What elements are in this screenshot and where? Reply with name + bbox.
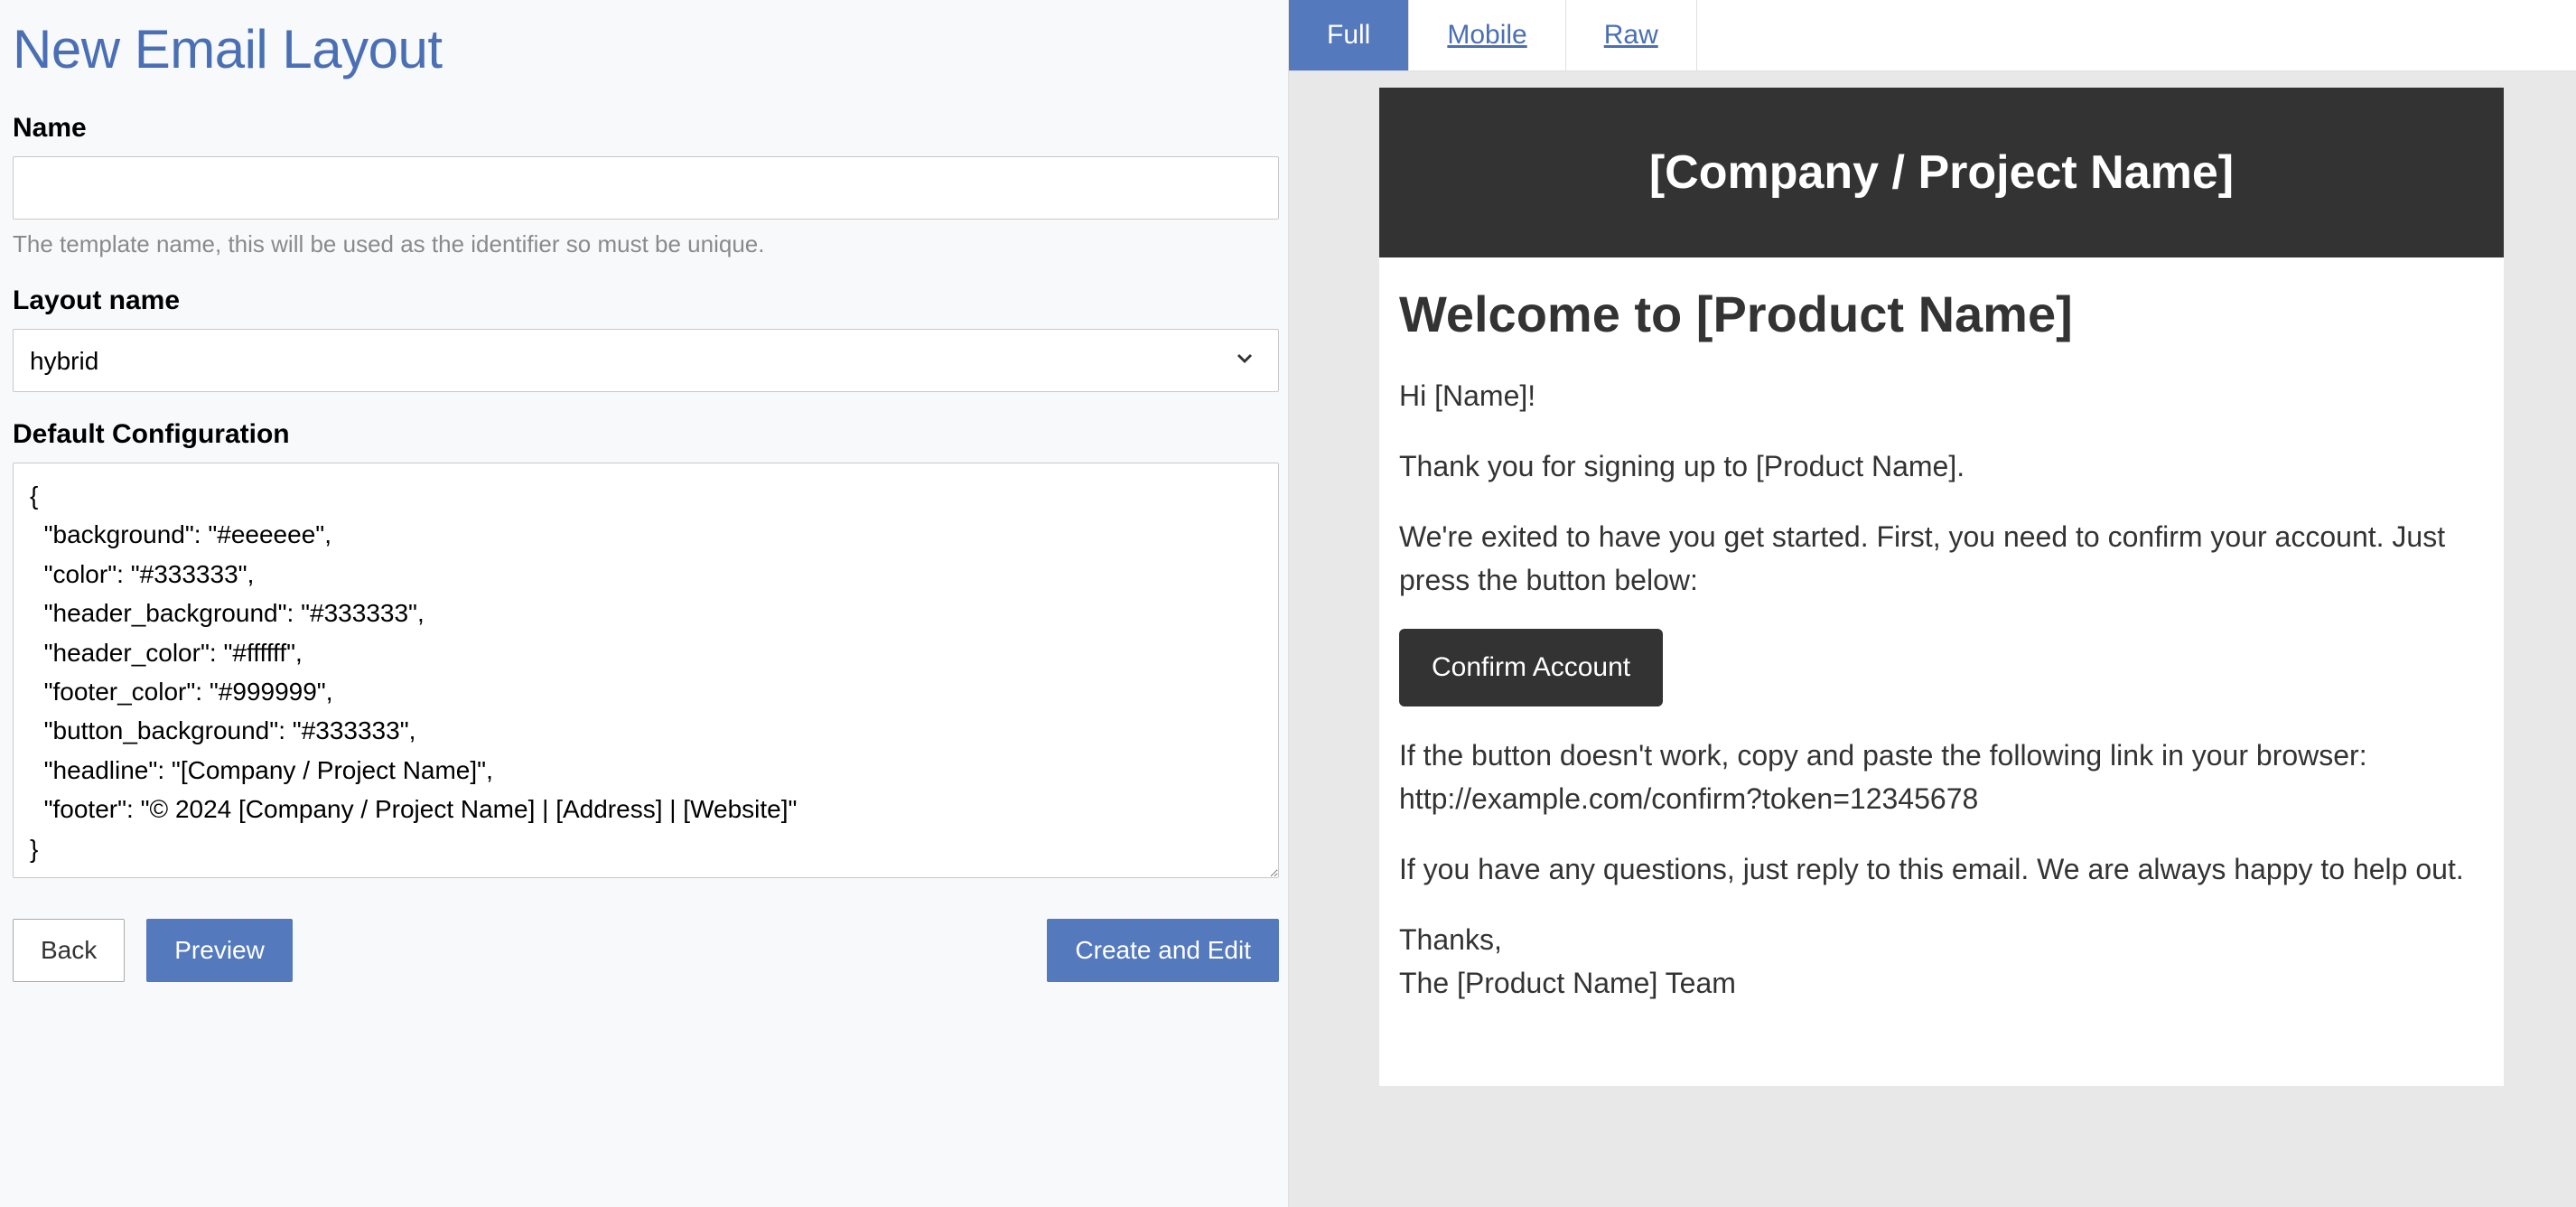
confirm-account-button[interactable]: Confirm Account — [1399, 629, 1663, 706]
email-fallback: If the button doesn't work, copy and pas… — [1399, 734, 2484, 820]
config-label: Default Configuration — [13, 419, 1279, 450]
back-button[interactable]: Back — [13, 919, 125, 982]
config-field-group: Default Configuration — [13, 419, 1279, 883]
email-excited: We're exited to have you get started. Fi… — [1399, 515, 2484, 602]
name-field-group: Name The template name, this will be use… — [13, 113, 1279, 258]
layout-label: Layout name — [13, 285, 1279, 316]
email-thanks: Thank you for signing up to [Product Nam… — [1399, 444, 2484, 488]
name-input[interactable] — [13, 156, 1279, 220]
email-questions: If you have any questions, just reply to… — [1399, 847, 2484, 891]
email-signoff-thanks: Thanks, — [1399, 923, 1502, 956]
email-signoff: Thanks, The [Product Name] Team — [1399, 918, 2484, 1005]
config-textarea[interactable] — [13, 463, 1279, 878]
button-row: Back Preview Create and Edit — [13, 919, 1279, 982]
create-edit-button[interactable]: Create and Edit — [1047, 919, 1279, 982]
preview-tabs: Full Mobile Raw — [1289, 0, 2576, 71]
layout-field-group: Layout name hybrid — [13, 285, 1279, 392]
name-label: Name — [13, 113, 1279, 144]
name-help-text: The template name, this will be used as … — [13, 230, 1279, 258]
preview-area: [Company / Project Name] Welcome to [Pro… — [1289, 71, 2576, 1207]
tab-mobile[interactable]: Mobile — [1409, 0, 1565, 70]
email-body: Welcome to [Product Name] Hi [Name]! Tha… — [1379, 257, 2504, 1086]
tab-full[interactable]: Full — [1289, 0, 1409, 70]
email-greeting: Hi [Name]! — [1399, 374, 2484, 417]
page-title: New Email Layout — [13, 18, 1279, 80]
layout-select[interactable]: hybrid — [13, 329, 1279, 392]
email-signoff-team: The [Product Name] Team — [1399, 967, 1736, 999]
email-header: [Company / Project Name] — [1379, 88, 2504, 257]
email-title: Welcome to [Product Name] — [1399, 285, 2484, 343]
preview-button[interactable]: Preview — [146, 919, 293, 982]
email-container: [Company / Project Name] Welcome to [Pro… — [1379, 88, 2504, 1086]
tab-raw[interactable]: Raw — [1566, 0, 1697, 70]
